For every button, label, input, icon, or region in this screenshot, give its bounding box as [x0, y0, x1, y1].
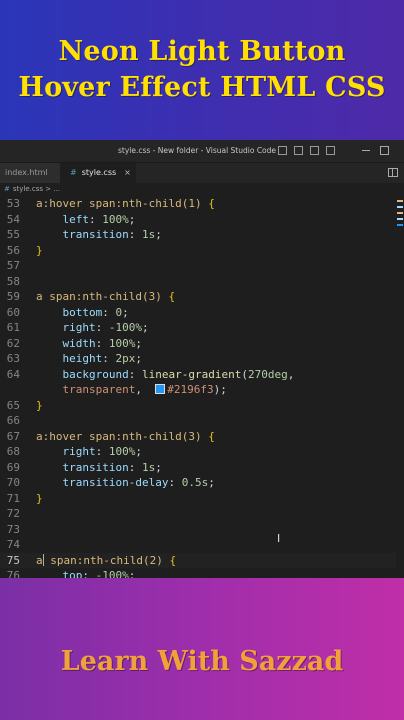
breadcrumb-path: style.css > ...: [12, 185, 61, 193]
window-title: style.css - New folder - Visual Studio C…: [118, 146, 277, 155]
title-line-1: Neon Light Button: [58, 36, 346, 67]
breadcrumb[interactable]: # style.css > ...: [0, 183, 404, 196]
window-titlebar: style.css - New folder - Visual Studio C…: [0, 140, 404, 163]
channel-name: Learn With Sazzad: [60, 646, 344, 677]
title-line-2: Hover Effect HTML CSS: [18, 72, 386, 103]
minimap-mark: [397, 218, 403, 220]
tab-index-html[interactable]: index.html: [0, 163, 60, 183]
code-line[interactable]: 69 transition: 1s;: [0, 460, 404, 476]
code-line[interactable]: 57: [0, 258, 404, 274]
code-line[interactable]: 64 background: linear-gradient(270deg,: [0, 367, 404, 383]
css-file-icon: #: [4, 185, 10, 193]
code-line[interactable]: 61 right: -100%;: [0, 320, 404, 336]
code-line[interactable]: 63 height: 2px;: [0, 351, 404, 367]
maximize-window-icon[interactable]: [380, 146, 389, 155]
code-line[interactable]: 65}: [0, 398, 404, 414]
close-tab-icon[interactable]: ×: [124, 168, 131, 177]
text-cursor: [42, 553, 44, 566]
channel-banner: Learn With Sazzad: [0, 578, 404, 720]
code-line[interactable]: 53 a:hover span:nth-child(1) {: [0, 196, 404, 212]
toggle-secondary-sidebar-icon[interactable]: [310, 146, 319, 155]
minimap-mark: [397, 200, 403, 202]
minimize-window-icon[interactable]: [362, 150, 370, 151]
code-line[interactable]: 66: [0, 413, 404, 429]
code-line[interactable]: 70 transition-delay: 0.5s;: [0, 475, 404, 491]
editor-tab-bar: index.html # style.css ×: [0, 163, 404, 183]
code-line[interactable]: 55 transition: 1s;: [0, 227, 404, 243]
tab-label: style.css: [81, 168, 117, 177]
code-line[interactable]: 76 top: -100%;: [0, 568, 404, 578]
code-line[interactable]: 68 right: 100%;: [0, 444, 404, 460]
minimap-mark: [397, 212, 403, 214]
minimap-mark: [397, 206, 403, 208]
code-line[interactable]: 60 bottom: 0;: [0, 305, 404, 321]
minimap-mark: [397, 224, 403, 226]
code-line[interactable]: transparent, #2196f3);: [0, 382, 404, 398]
toggle-panel-icon[interactable]: [294, 146, 303, 155]
code-line[interactable]: 71}: [0, 491, 404, 507]
color-swatch-icon[interactable]: [155, 384, 166, 394]
css-file-icon: #: [70, 168, 77, 177]
code-line[interactable]: 62 width: 100%;: [0, 336, 404, 352]
tab-style-css[interactable]: # style.css ×: [60, 163, 136, 183]
tab-label: index.html: [5, 168, 48, 177]
code-line[interactable]: 56}: [0, 243, 404, 259]
customize-layout-icon[interactable]: [326, 146, 335, 155]
code-editor-window: style.css - New folder - Visual Studio C…: [0, 140, 404, 578]
split-editor-icon[interactable]: [388, 168, 398, 177]
toggle-sidebar-icon[interactable]: [278, 146, 287, 155]
minimap[interactable]: [396, 196, 404, 576]
code-line[interactable]: 74: [0, 537, 404, 553]
code-line[interactable]: 58: [0, 274, 404, 290]
code-line-active[interactable]: 75 a span:nth-child(2) {: [0, 552, 404, 568]
code-line[interactable]: 72: [0, 506, 404, 522]
code-line[interactable]: 54 left: 100%;: [0, 212, 404, 228]
video-title-banner: Neon Light Button Hover Effect HTML CSS: [0, 0, 404, 140]
mouse-ibeam-icon: I: [277, 532, 281, 545]
code-line[interactable]: 73: [0, 522, 404, 538]
code-line[interactable]: 67 a:hover span:nth-child(3) {: [0, 429, 404, 445]
code-line[interactable]: 59 a span:nth-child(3) {: [0, 289, 404, 305]
